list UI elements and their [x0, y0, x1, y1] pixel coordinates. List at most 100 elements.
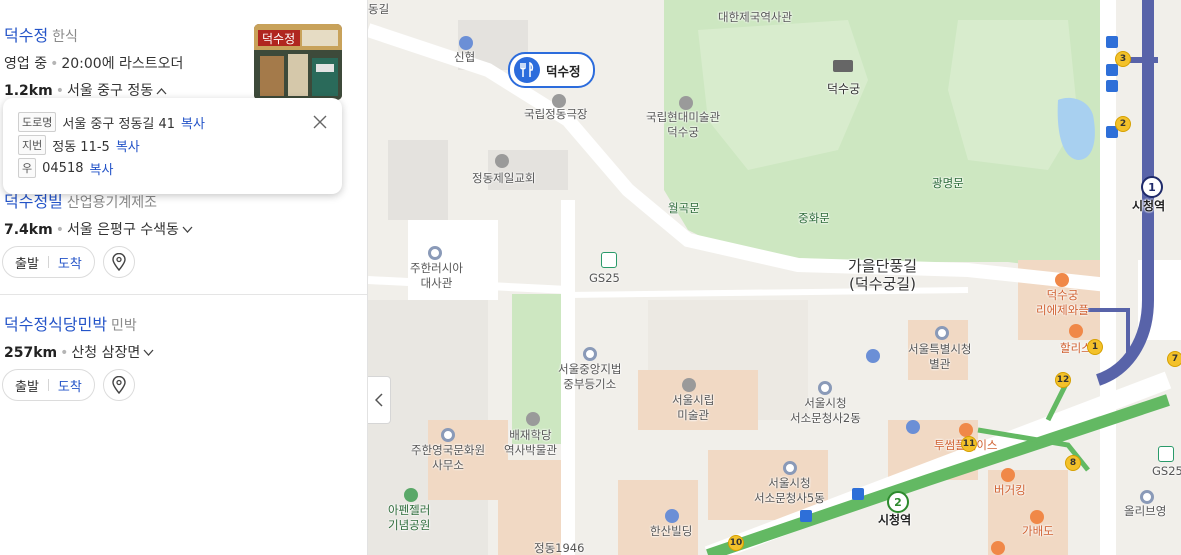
church-icon[interactable] — [495, 154, 509, 168]
museum-icon[interactable] — [682, 378, 696, 392]
government-icon[interactable] — [441, 428, 455, 442]
start-button[interactable]: 출발 — [15, 376, 39, 395]
result-location: 257km • 산청 삼장면 — [0, 342, 367, 362]
poi-label[interactable]: 덕수궁 — [827, 80, 860, 98]
poi-label[interactable]: 주한러시아 대사관 — [410, 261, 463, 291]
copy-road-address-button[interactable]: 복사 — [181, 113, 205, 132]
poi-label[interactable]: 덕수궁 리에제와플 — [1036, 288, 1089, 318]
start-button[interactable]: 출발 — [15, 253, 39, 272]
selected-place-marker[interactable]: 덕수정 — [508, 52, 595, 88]
government-icon[interactable] — [783, 461, 797, 475]
result-title: 덕수정식당민박 민박 — [0, 311, 367, 335]
search-results-panel: 덕수정 한식 영업 중 • 20:00에 라스트오더 1.2km • 서울 중구 정동 덕… — [0, 0, 368, 555]
building-icon[interactable] — [665, 509, 679, 523]
bus-stop-icon[interactable] — [1106, 80, 1118, 92]
restaurant-icon[interactable] — [1001, 468, 1015, 482]
line-2-station-badge[interactable]: 2 — [887, 491, 909, 513]
poi-label[interactable]: 국립현대미술관 덕수궁 — [646, 110, 720, 140]
parking-icon[interactable] — [866, 349, 880, 363]
poi-label[interactable]: 주한영국문화원 사무소 — [411, 443, 485, 473]
result-name[interactable]: 덕수정빌 — [4, 192, 63, 211]
line-1-station-badge[interactable]: 1 — [1141, 176, 1163, 198]
subway-exit-10[interactable]: 10 — [728, 535, 744, 551]
poi-label[interactable]: 정동1946 — [534, 541, 584, 555]
poi-label[interactable]: 한산빌딩 — [650, 524, 692, 539]
subway-exit-8[interactable]: 8 — [1065, 455, 1081, 471]
cafe-icon[interactable] — [1069, 324, 1083, 338]
poi-label[interactable]: 월곡문 — [668, 201, 700, 216]
store-icon[interactable] — [601, 252, 617, 268]
bus-stop-icon[interactable] — [1106, 64, 1118, 76]
poi-label[interactable]: 서울특별시청 별관 — [908, 342, 971, 372]
poi-label[interactable]: 대한제국역사관 — [718, 10, 792, 25]
restaurant-icon[interactable] — [1055, 273, 1069, 287]
subway-exit-12[interactable]: 12 — [1055, 372, 1071, 388]
bus-stop-icon[interactable] — [1106, 36, 1118, 48]
arrive-button[interactable]: 도착 — [58, 253, 82, 272]
result-name[interactable]: 덕수정식당민박 — [4, 315, 107, 334]
poi-label[interactable]: GS25 — [589, 271, 620, 286]
poi-label[interactable]: 배재학당 역사박물관 — [504, 428, 557, 458]
road-address-row: 도로명 서울 중구 정동길 41 복사 — [18, 112, 205, 132]
copy-lot-address-button[interactable]: 복사 — [116, 136, 140, 155]
poi-label[interactable]: 국립정동극장 — [524, 107, 587, 122]
cafe-icon[interactable] — [959, 423, 973, 437]
bus-stop-icon[interactable] — [852, 488, 864, 500]
poi-label[interactable]: 서울시청 서소문청사5동 — [754, 476, 825, 506]
restaurant-icon[interactable] — [991, 541, 1005, 555]
poi-label[interactable]: GS25 — [1152, 464, 1181, 479]
store-icon[interactable] — [1158, 446, 1174, 462]
palace-icon[interactable] — [833, 60, 853, 72]
park-icon[interactable] — [404, 488, 418, 502]
museum-icon[interactable] — [679, 96, 693, 110]
chevron-up-icon[interactable] — [156, 85, 167, 98]
poi-label[interactable]: 서울시청 서소문청사2동 — [790, 396, 861, 426]
result-name[interactable]: 덕수정 — [4, 26, 48, 45]
chevron-down-icon[interactable] — [143, 347, 154, 360]
poi-label[interactable]: 중화문 — [798, 211, 830, 226]
result-item-3[interactable]: 덕수정식당민박 민박 257km • 산청 삼장면 — [0, 311, 367, 362]
map-pin-icon[interactable] — [102, 369, 135, 401]
station-label[interactable]: 시청역 — [1132, 199, 1165, 214]
chevron-down-icon[interactable] — [182, 224, 193, 237]
collapse-panel-button[interactable] — [368, 376, 391, 424]
region[interactable]: 서울 은평구 수색동 — [67, 222, 179, 238]
poi-label[interactable]: 광명문 — [932, 176, 964, 191]
poi-label[interactable]: 서울시립 미술관 — [672, 393, 714, 423]
government-icon[interactable] — [583, 347, 597, 361]
poi-label[interactable]: 신협 — [454, 50, 475, 65]
bank-icon[interactable] — [459, 36, 473, 50]
arrive-button[interactable]: 도착 — [58, 376, 82, 395]
parking-icon[interactable] — [906, 420, 920, 434]
station-label[interactable]: 시청역 — [878, 513, 911, 528]
subway-exit-2[interactable]: 2 — [1115, 116, 1131, 132]
poi-label[interactable]: 서울중앙지법 중부등기소 — [558, 362, 621, 392]
result-item-2[interactable]: 덕수정빌 산업용기계제조 7.4km • 서울 은평구 수색동 — [0, 188, 367, 239]
map-view[interactable]: 동길 신협 국립정동극장 대한제국역사관 덕수궁 국립현대미술관 덕수궁 정동제… — [368, 0, 1181, 555]
poi-label[interactable]: 버거킹 — [994, 483, 1026, 498]
theater-icon[interactable] — [552, 94, 566, 108]
bus-stop-icon[interactable] — [800, 510, 812, 522]
region[interactable]: 서울 중구 정동 — [67, 83, 153, 99]
poi-label[interactable]: 올리브영 — [1124, 504, 1166, 519]
result-location: 7.4km • 서울 은평구 수색동 — [0, 219, 367, 239]
close-icon[interactable] — [312, 114, 328, 130]
subway-exit-1[interactable]: 1 — [1087, 339, 1103, 355]
restaurant-photo[interactable]: 덕수정 — [254, 24, 342, 100]
subway-exit-7[interactable]: 7 — [1167, 351, 1181, 367]
subway-exit-3[interactable]: 3 — [1115, 51, 1131, 67]
poi-label[interactable]: 아펜젤러 기념공원 — [388, 503, 430, 533]
copy-zip-button[interactable]: 복사 — [89, 159, 113, 178]
store-icon[interactable] — [1140, 490, 1154, 504]
government-icon[interactable] — [818, 381, 832, 395]
poi-label[interactable]: 정동제일교회 — [472, 171, 535, 186]
embassy-icon[interactable] — [428, 246, 442, 260]
map-pin-icon[interactable] — [102, 246, 135, 278]
museum-icon[interactable] — [526, 412, 540, 426]
road-address-tag: 도로명 — [18, 112, 57, 132]
cafe-icon[interactable] — [1030, 510, 1044, 524]
poi-label[interactable]: 가배도 — [1022, 524, 1054, 539]
region[interactable]: 산청 삼장면 — [71, 345, 140, 361]
government-icon[interactable] — [935, 326, 949, 340]
subway-exit-11[interactable]: 11 — [961, 436, 977, 452]
